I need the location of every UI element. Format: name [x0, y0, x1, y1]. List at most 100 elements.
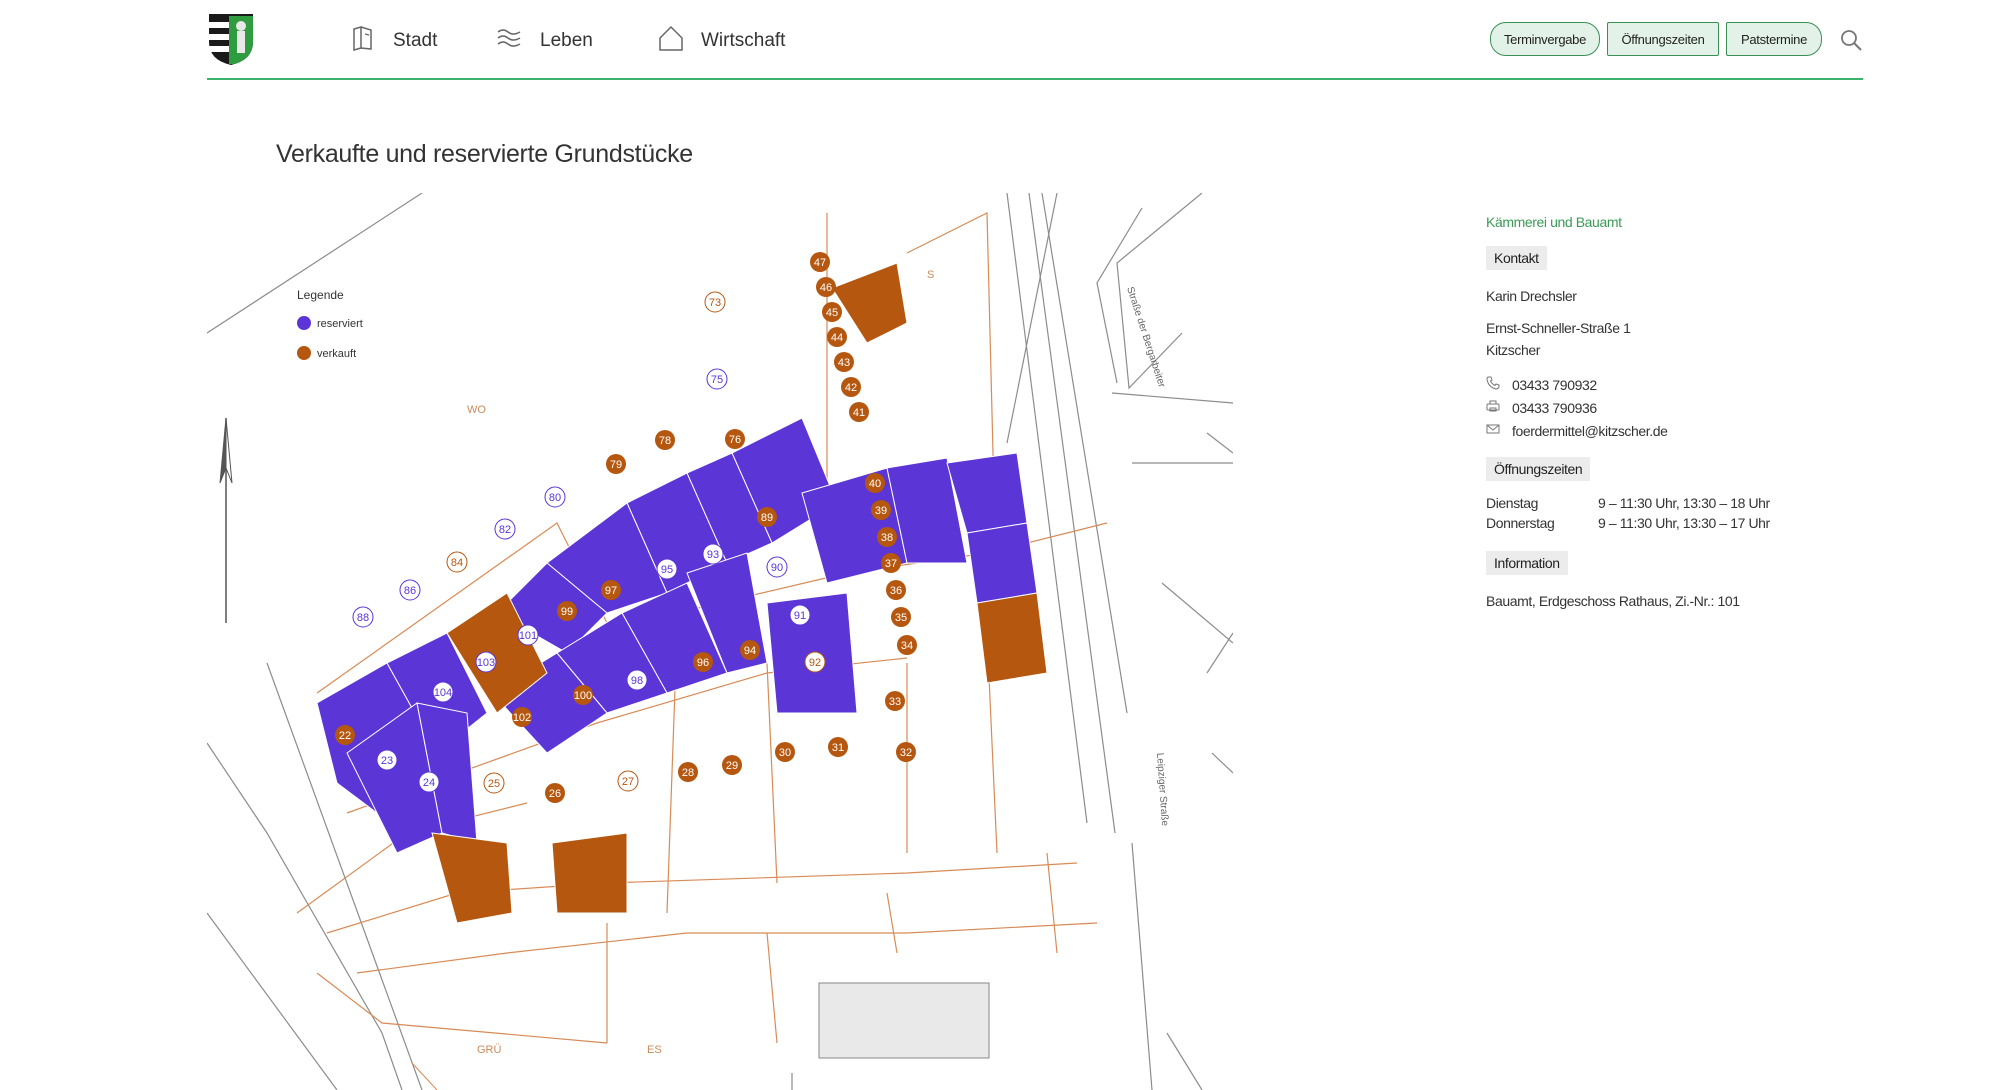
plot-number-78: 78 — [659, 435, 671, 447]
map-icon — [349, 24, 377, 58]
hours-table: Dienstag 9 – 11:30 Uhr, 13:30 – 18 Uhr D… — [1486, 495, 1846, 531]
plot-number-26: 26 — [549, 788, 561, 800]
plot-number-46: 46 — [820, 282, 832, 294]
plot-number-90: 90 — [771, 562, 783, 574]
plot-number-97: 97 — [605, 585, 617, 597]
plot-number-102: 102 — [513, 712, 531, 724]
patstermine-button[interactable]: Patstermine — [1726, 22, 1822, 56]
plot-number-84: 84 — [451, 557, 463, 569]
nav-leben[interactable]: Leben — [496, 26, 593, 56]
info-chip: Information — [1486, 551, 1568, 575]
plot-number-37: 37 — [885, 558, 897, 570]
plot-number-43: 43 — [838, 357, 850, 369]
fax-row: 03433 790936 — [1486, 399, 1846, 416]
plot-number-30: 30 — [779, 747, 791, 759]
plot-number-35: 35 — [895, 612, 907, 624]
street-leipziger: Leipziger Straße — [1154, 752, 1170, 826]
plot-number-100: 100 — [574, 690, 592, 702]
nav-wirtschaft-label: Wirtschaft — [701, 30, 786, 51]
plot-number-23: 23 — [381, 755, 393, 767]
plot-number-99: 99 — [561, 606, 573, 618]
hours-time: 9 – 11:30 Uhr, 13:30 – 17 Uhr — [1598, 515, 1770, 531]
department-link[interactable]: Kämmerei und Bauamt — [1486, 214, 1846, 230]
hours-time: 9 – 11:30 Uhr, 13:30 – 18 Uhr — [1598, 495, 1770, 511]
plot-number-41: 41 — [853, 407, 865, 419]
mail-icon — [1486, 422, 1500, 439]
house-icon — [657, 24, 685, 58]
plot-number-44: 44 — [831, 332, 843, 344]
plot-number-91: 91 — [794, 610, 806, 622]
plot-number-38: 38 — [881, 532, 893, 544]
hours-day: Donnerstag — [1486, 515, 1555, 531]
plot-number-76: 76 — [729, 434, 741, 446]
plot-number-92: 92 — [809, 657, 821, 669]
hours-chip: Öffnungszeiten — [1486, 457, 1591, 481]
legend-sold-swatch — [297, 346, 311, 360]
plot-number-86: 86 — [404, 585, 416, 597]
plot-number-95: 95 — [661, 564, 673, 576]
plot-number-73: 73 — [709, 297, 721, 309]
phone-icon — [1486, 376, 1500, 393]
plot-number-103: 103 — [477, 657, 495, 669]
plot-number-82: 82 — [499, 524, 511, 536]
plot-number-75: 75 — [711, 374, 723, 386]
plot-number-98: 98 — [631, 675, 643, 687]
waves-icon — [496, 24, 524, 58]
address-line1: Ernst-Schneller-Straße 1 — [1486, 320, 1631, 336]
plot-number-88: 88 — [357, 612, 369, 624]
legend-title: Legende — [297, 288, 344, 302]
fax-number: 03433 790936 — [1512, 399, 1597, 416]
plot-number-79: 79 — [610, 459, 622, 471]
plot-map: Legende reserviert verkauft WO GRÜ ES S … — [207, 193, 1233, 1090]
plot-number-104: 104 — [434, 687, 452, 699]
plot-number-45: 45 — [826, 307, 838, 319]
street-bergarbeiter: Straße der Bergarbeiter — [1124, 286, 1167, 390]
plot-number-22: 22 — [339, 730, 351, 742]
contact-name: Karin Drechsler — [1486, 288, 1577, 304]
plot-number-89: 89 — [761, 512, 773, 524]
plot-number-101: 101 — [519, 630, 537, 642]
plot-number-32: 32 — [900, 747, 912, 759]
plot-number-94: 94 — [744, 645, 756, 657]
north-arrow — [219, 417, 233, 623]
nav-stadt[interactable]: Stadt — [349, 26, 437, 56]
plot-number-24: 24 — [423, 777, 435, 789]
page-title: Verkaufte und reservierte Grundstücke — [276, 140, 693, 168]
nav-wirtschaft[interactable]: Wirtschaft — [657, 24, 786, 58]
plot-number-34: 34 — [901, 640, 913, 652]
plot-number-39: 39 — [875, 505, 887, 517]
plot-number-42: 42 — [845, 382, 857, 394]
phone-number: 03433 790932 — [1512, 376, 1597, 393]
search-icon[interactable] — [1839, 28, 1863, 52]
plot-number-93: 93 — [707, 549, 719, 561]
plot-number-80: 80 — [549, 492, 561, 504]
legend-sold-label: verkauft — [317, 348, 356, 360]
map-label-s: S — [927, 269, 934, 281]
map-label-wo: WO — [467, 404, 486, 416]
address-line2: Kitzscher — [1486, 342, 1540, 358]
plot-number-36: 36 — [890, 585, 902, 597]
plot-number-31: 31 — [832, 742, 844, 754]
terminvergabe-button[interactable]: Terminvergabe — [1490, 22, 1600, 56]
plot-number-96: 96 — [697, 657, 709, 669]
plot-number-47: 47 — [814, 257, 826, 269]
legend-reserved-label: reserviert — [317, 318, 363, 330]
email-address[interactable]: foerdermittel@kitzscher.de — [1512, 423, 1668, 439]
nav-leben-label: Leben — [540, 30, 593, 51]
map-label-gru: GRÜ — [477, 1044, 502, 1056]
plot-number-40: 40 — [869, 478, 881, 490]
oeffnungszeiten-button[interactable]: Öffnungszeiten — [1607, 22, 1719, 56]
email-row[interactable]: foerdermittel@kitzscher.de — [1486, 422, 1846, 439]
map-label-es: ES — [647, 1044, 662, 1056]
fax-icon — [1486, 399, 1500, 416]
plot-number-33: 33 — [889, 696, 901, 708]
phone-row[interactable]: 03433 790932 — [1486, 376, 1846, 393]
plot-number-27: 27 — [622, 776, 634, 788]
plot-number-28: 28 — [682, 767, 694, 779]
hours-day: Dienstag — [1486, 495, 1539, 511]
plot-number-25: 25 — [488, 778, 500, 790]
info-text: Bauamt, Erdgeschoss Rathaus, Zi.-Nr.: 10… — [1486, 593, 1740, 609]
nav-stadt-label: Stadt — [393, 30, 438, 51]
contact-chip: Kontakt — [1486, 246, 1547, 270]
city-logo[interactable] — [207, 12, 255, 66]
